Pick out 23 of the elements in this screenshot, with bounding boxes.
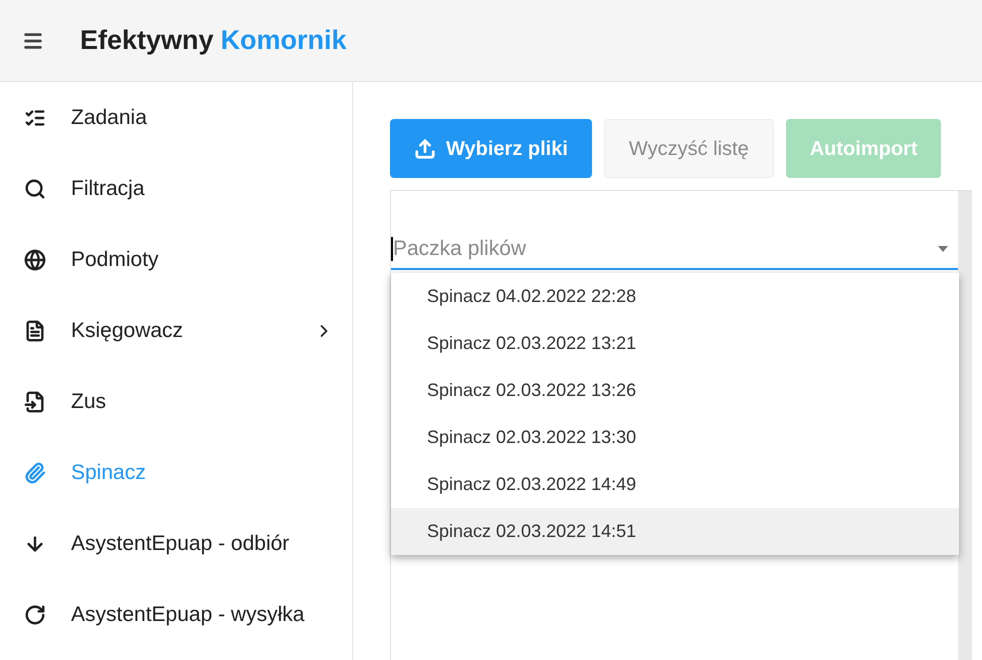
dropdown-option[interactable]: Spinacz 02.03.2022 13:26 <box>391 367 959 414</box>
app-title: Efektywny <box>80 24 214 58</box>
refresh-icon <box>24 604 46 626</box>
dropdown-option[interactable]: Spinacz 02.03.2022 14:49 <box>391 461 959 508</box>
sidebar-item[interactable]: Filtracja <box>0 153 352 224</box>
app-title-accent: Komornik <box>220 24 347 58</box>
sidebar-item[interactable]: Zus <box>0 366 352 437</box>
dropdown-option[interactable]: Spinacz 02.03.2022 13:30 <box>391 414 959 461</box>
sidebar-item[interactable]: Zadania <box>0 82 352 153</box>
paperclip-icon <box>24 462 46 484</box>
file-import-icon <box>24 390 46 412</box>
globe-icon <box>24 248 46 270</box>
sidebar-item[interactable]: Księgowacz <box>0 295 352 366</box>
document-icon <box>24 320 46 342</box>
dropdown-option[interactable]: Spinacz 04.02.2022 22:28 <box>391 273 959 320</box>
dropdown-option[interactable]: Spinacz 02.03.2022 13:21 <box>391 320 959 367</box>
search-icon <box>24 178 46 200</box>
upload-icon <box>414 138 436 160</box>
dropdown-option[interactable]: Spinacz 02.03.2022 14:51 <box>391 508 959 555</box>
sidebar-item[interactable]: Podmioty <box>0 224 352 295</box>
dropdown-arrow-icon <box>938 246 948 252</box>
sidebar-item[interactable]: AsystentEpuap - wysyłka <box>0 579 352 650</box>
sidebar-item[interactable]: AsystentEpuap - odbiór <box>0 508 352 579</box>
